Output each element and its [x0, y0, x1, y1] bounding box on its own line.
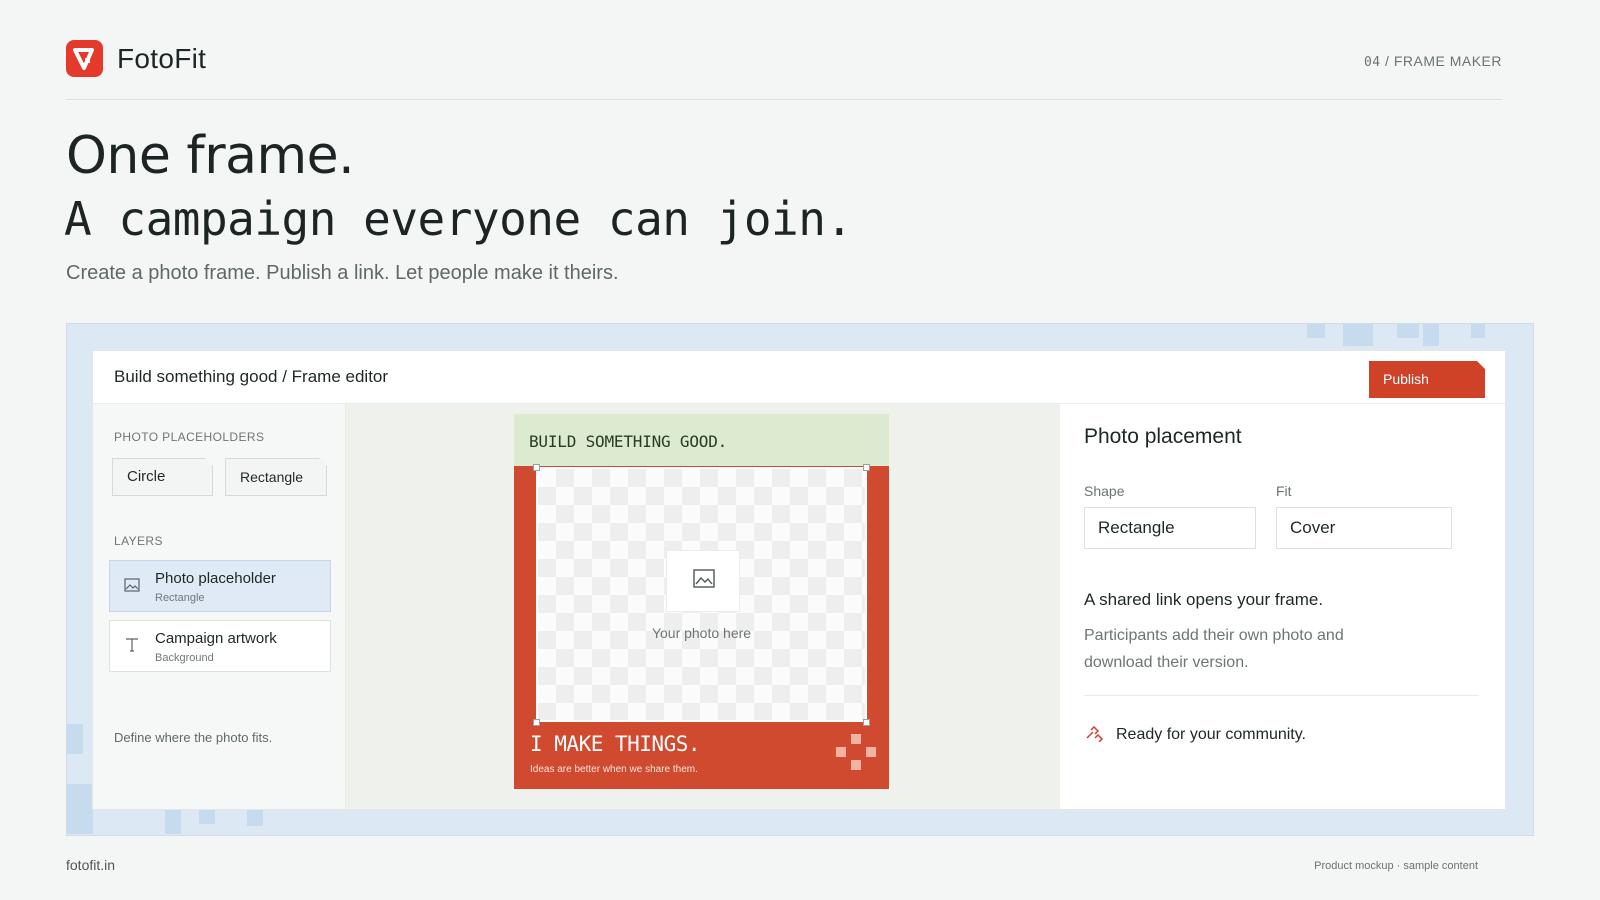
shared-link-note: A shared link opens your frame.: [1084, 590, 1324, 609]
resize-handle-bottom-right[interactable]: [863, 719, 870, 726]
fit-select[interactable]: Cover: [1276, 507, 1452, 549]
shape-select[interactable]: Rectangle: [1084, 507, 1256, 549]
placeholders-section-label: PHOTO PLACEHOLDERS: [114, 430, 265, 444]
ready-text: Ready for your community.: [1116, 726, 1306, 743]
top-bar: FotoFit 04 / FRAME MAKER: [66, 38, 1502, 100]
right-panel: Photo placement Shape Rectangle Fit Cove…: [1060, 404, 1505, 809]
layer-campaign-artwork[interactable]: Campaign artwork Background: [109, 620, 331, 672]
layer-name: Campaign artwork: [155, 630, 277, 647]
resize-handle-top-left[interactable]: [533, 464, 540, 471]
resize-handle-top-right[interactable]: [863, 464, 870, 471]
hero-description: Create a photo frame. Publish a link. Le…: [66, 262, 619, 284]
decor-pixel: [67, 724, 83, 754]
hero-subtitle: A campaign everyone can join.: [64, 192, 853, 246]
link-icon: [1084, 725, 1104, 747]
section-number: 04: [1363, 55, 1381, 70]
resize-handle-bottom-left[interactable]: [533, 719, 540, 726]
section-label: FRAME MAKER: [1393, 53, 1502, 69]
frame-editor-window: Build something good / Frame editor Publ…: [92, 350, 1506, 810]
layer-name: Photo placeholder: [155, 570, 276, 587]
publish-button[interactable]: Publish: [1369, 361, 1485, 398]
divider: [1084, 695, 1479, 696]
pixel-logo-icon: [836, 734, 876, 774]
editor-header: Build something good / Frame editor Publ…: [93, 351, 1505, 404]
participants-description: Participants add their own photo and dow…: [1084, 627, 1344, 671]
frame-top-text: BUILD SOMETHING GOOD.: [529, 432, 728, 451]
section-crumb: 04 / FRAME MAKER: [1364, 53, 1502, 70]
frame-bottom-title: I MAKE THINGS.: [530, 732, 701, 756]
layer-photo-placeholder[interactable]: Photo placeholder Rectangle: [109, 560, 331, 612]
crumb-separator: /: [1385, 53, 1390, 69]
photo-placement-title: Photo placement: [1084, 425, 1242, 448]
brand-name[interactable]: FotoFit: [117, 43, 206, 75]
canvas-area[interactable]: BUILD SOMETHING GOOD. Your photo here I …: [346, 404, 1060, 809]
decor-pixel: [247, 810, 263, 826]
shape-label: Shape: [1084, 483, 1125, 499]
layer-type: Background: [155, 652, 214, 664]
decor-pixel: [1343, 324, 1373, 346]
fit-label: Fit: [1276, 483, 1292, 499]
placeholder-hint: Define where the photo fits.: [114, 730, 273, 745]
layers-section-label: LAYERS: [114, 534, 163, 548]
footer-site-link[interactable]: fotofit.in: [66, 857, 115, 873]
frame-preview[interactable]: BUILD SOMETHING GOOD. Your photo here I …: [514, 414, 889, 789]
fotofit-logo-icon[interactable]: [66, 40, 103, 77]
decor-pixel: [1307, 324, 1325, 338]
decor-pixel: [165, 808, 181, 834]
decor-pixel: [1397, 324, 1419, 338]
image-icon: [124, 577, 140, 598]
circle-placeholder-button[interactable]: Circle: [112, 458, 213, 496]
decor-pixel: [67, 784, 93, 834]
left-panel: PHOTO PLACEHOLDERS Circle Rectangle LAYE…: [93, 404, 346, 809]
placeholder-icon-box: [666, 550, 740, 612]
breadcrumb[interactable]: Build something good / Frame editor: [114, 367, 388, 387]
image-icon: [693, 569, 715, 588]
decor-pixel: [1471, 324, 1485, 338]
decor-pixel: [1423, 324, 1439, 346]
placeholder-text: Your photo here: [651, 625, 752, 641]
layer-type: Rectangle: [155, 592, 205, 604]
frame-bottom-subtitle: Ideas are better when we share them.: [530, 764, 698, 775]
rectangle-placeholder-button[interactable]: Rectangle: [225, 458, 327, 496]
hero-title: One frame.: [66, 126, 355, 186]
footer-note: Product mockup · sample content: [1314, 860, 1478, 872]
text-icon: [124, 637, 140, 658]
photo-placeholder[interactable]: Your photo here: [536, 467, 867, 722]
frame-top-band: BUILD SOMETHING GOOD.: [514, 414, 889, 466]
